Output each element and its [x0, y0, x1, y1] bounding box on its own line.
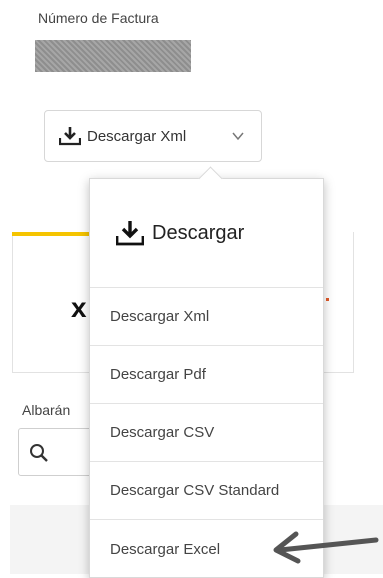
background-mark: [326, 298, 329, 301]
download-button-label: Descargar Xml: [87, 127, 187, 145]
menu-header: Descargar: [90, 179, 323, 288]
menu-item-download-csv[interactable]: Descargar CSV: [90, 404, 323, 462]
download-menu: Descargar Descargar Xml Descargar Pdf De…: [89, 178, 324, 578]
chevron-down-icon: [232, 132, 244, 141]
menu-item-download-xml[interactable]: Descargar Xml: [90, 288, 323, 346]
download-icon: [59, 127, 81, 146]
pointer-arrow-icon: [273, 531, 379, 564]
menu-item-download-pdf[interactable]: Descargar Pdf: [90, 346, 323, 404]
background-glyph: x: [71, 292, 87, 323]
download-icon: [116, 221, 144, 246]
invoice-number-redacted: [35, 40, 191, 72]
invoice-number-label: Número de Factura: [38, 10, 159, 26]
albaran-label: Albarán: [22, 402, 71, 418]
menu-header-label: Descargar: [152, 221, 245, 244]
menu-item-download-csv-standard[interactable]: Descargar CSV Standard: [90, 462, 323, 520]
download-dropdown-button[interactable]: Descargar Xml: [44, 110, 262, 162]
search-icon: [30, 444, 48, 462]
